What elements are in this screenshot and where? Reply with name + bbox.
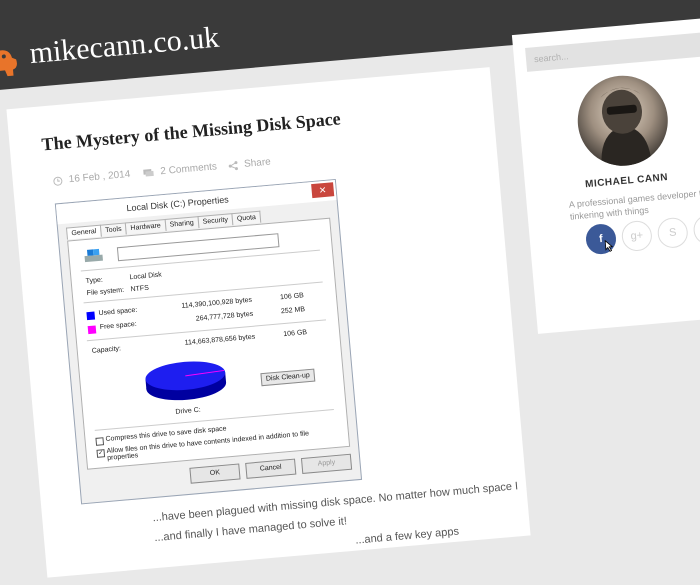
tab-tools: Tools [99, 222, 128, 237]
share-text[interactable]: Share [244, 157, 272, 170]
free-swatch [87, 325, 97, 335]
google-plus-icon[interactable]: g+ [620, 219, 654, 253]
fs-value: NTFS [130, 284, 150, 294]
drive-icon [84, 248, 103, 263]
page: mikecann.co.uk The Mystery of the Missin… [0, 0, 700, 578]
type-value: Local Disk [129, 271, 163, 282]
general-panel: Type: Local Disk File system: NTFS Used … [67, 217, 351, 470]
capacity-label: Capacity: [91, 345, 122, 355]
used-label: Used space: [98, 306, 138, 318]
share-icon [228, 160, 238, 170]
gorilla-logo-icon[interactable] [0, 43, 22, 80]
search-input[interactable] [525, 29, 700, 72]
mouse-cursor-icon [604, 239, 614, 252]
post-card: The Mystery of the Missing Disk Space 16… [6, 67, 531, 578]
used-swatch [86, 311, 96, 321]
drive-label: Drive C: [175, 406, 201, 416]
disk-cleanup-button: Disk Clean-up [260, 368, 316, 387]
date-text: 16 Feb , 2014 [68, 168, 131, 186]
ok-button: OK [189, 463, 241, 484]
twitter-icon[interactable]: t [692, 213, 700, 246]
site-title[interactable]: mikecann.co.uk [28, 21, 220, 71]
comments-text[interactable]: 2 Comments [160, 161, 217, 177]
type-label: Type: [85, 276, 104, 286]
capacity-size: 106 GB [283, 329, 308, 339]
used-bytes: 114,390,100,928 bytes [181, 296, 253, 310]
disk-properties-screenshot: Local Disk (C:) Properties ✕ General Too… [54, 178, 363, 505]
free-label: Free space: [99, 320, 137, 332]
post-title[interactable]: The Mystery of the Missing Disk Space [41, 108, 342, 155]
apply-button: Apply [300, 453, 353, 475]
post-share[interactable]: Share [228, 157, 271, 172]
free-size: 252 MB [280, 306, 306, 316]
free-bytes: 264,777,728 bytes [195, 310, 254, 323]
fs-label: File system: [86, 286, 125, 298]
author-photo [600, 87, 652, 168]
post-date: 16 Feb , 2014 [52, 168, 131, 187]
sidebar-card: MICHAEL CANN A professional games develo… [511, 15, 700, 334]
used-size: 106 GB [279, 292, 305, 302]
disk-usage-pie [145, 361, 227, 401]
dialog-title: Local Disk (C:) Properties [126, 194, 230, 214]
capacity-bytes: 114,663,878,656 bytes [184, 333, 256, 347]
cancel-button: Cancel [245, 458, 297, 479]
post-comments[interactable]: 2 Comments [142, 161, 217, 178]
compress-checkbox [95, 437, 105, 446]
comments-icon [143, 168, 154, 177]
author-name: MICHAEL CANN [584, 172, 669, 191]
close-icon: ✕ [311, 182, 335, 199]
clock-icon [53, 176, 63, 186]
index-checkbox: ✓ [96, 449, 106, 458]
skype-icon[interactable]: S [656, 216, 689, 250]
drive-name-field [116, 233, 280, 262]
author-avatar[interactable] [574, 71, 672, 170]
